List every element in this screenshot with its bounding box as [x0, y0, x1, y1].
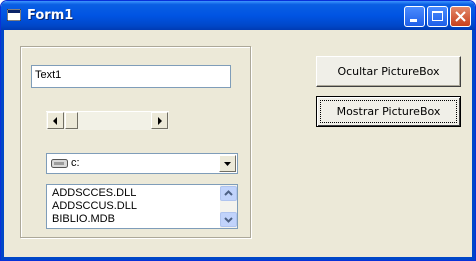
- minimize-button[interactable]: [404, 6, 425, 27]
- drive-list[interactable]: c:: [46, 153, 238, 174]
- maximize-button[interactable]: [427, 6, 448, 27]
- window-border-bottom: [1, 257, 475, 260]
- scroll-up-button[interactable]: [220, 186, 237, 201]
- scroll-down-button[interactable]: [220, 212, 237, 227]
- vertical-scrollbar[interactable]: [220, 185, 237, 228]
- file-list[interactable]: ADDSCCES.DLL ADDSCCUS.DLL BIBLIO.MDB: [46, 184, 238, 229]
- titlebar[interactable]: Form1: [1, 1, 475, 30]
- chevron-down-icon: [224, 162, 231, 166]
- drive-icon: [51, 159, 68, 168]
- drive-dropdown-button[interactable]: [219, 155, 236, 172]
- text-input[interactable]: Text1: [31, 65, 231, 88]
- focus-rectangle: [320, 100, 457, 123]
- maximize-icon: [432, 11, 443, 21]
- chevron-down-icon: [224, 217, 233, 223]
- window-border-left: [1, 30, 4, 260]
- window-title: Form1: [27, 8, 74, 23]
- list-item[interactable]: BIBLIO.MDB: [52, 213, 115, 226]
- close-button[interactable]: [450, 6, 471, 27]
- scroll-left-button[interactable]: [47, 112, 64, 129]
- app-icon: [7, 9, 21, 21]
- arrow-right-icon: [158, 117, 162, 125]
- window-border-right: [472, 30, 475, 260]
- horizontal-scrollbar[interactable]: [46, 111, 169, 130]
- list-item[interactable]: ADDSCCES.DLL: [52, 187, 136, 200]
- minimize-icon: [410, 19, 417, 22]
- drive-value: c:: [71, 157, 80, 169]
- hide-picturebox-button[interactable]: Ocultar PictureBox: [316, 56, 461, 87]
- window: Form1 Text1 c: ADDSCCES.DLL ADDSCCUS.DLL…: [0, 0, 476, 261]
- scrollbar-thumb[interactable]: [65, 112, 78, 129]
- scroll-right-button[interactable]: [151, 112, 168, 129]
- arrow-left-icon: [53, 117, 57, 125]
- show-picturebox-button[interactable]: Mostrar PictureBox: [316, 96, 461, 127]
- list-item[interactable]: ADDSCCUS.DLL: [52, 200, 137, 213]
- chevron-up-icon: [224, 190, 233, 196]
- close-icon: [455, 11, 466, 22]
